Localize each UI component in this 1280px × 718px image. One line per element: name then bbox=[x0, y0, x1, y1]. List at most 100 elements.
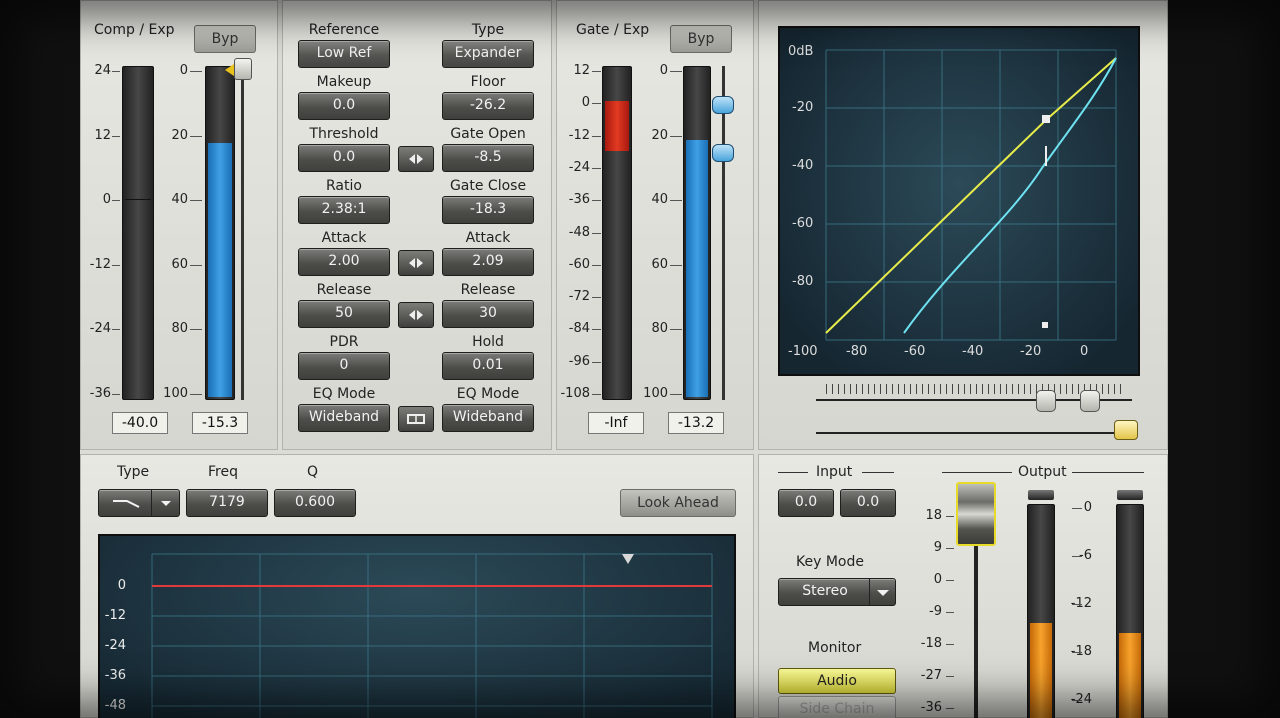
output-left-meter bbox=[1027, 504, 1055, 718]
scale-tick-mark bbox=[1072, 508, 1082, 509]
scale-tick-mark bbox=[190, 135, 202, 137]
scale-tick-label: -48 bbox=[568, 224, 590, 240]
comp-gr-level bbox=[208, 142, 232, 397]
high-shelf-icon bbox=[113, 500, 140, 508]
param-right-6-field[interactable]: 0.01 bbox=[442, 352, 534, 380]
scale-tick-label: 80 bbox=[651, 321, 668, 337]
comp-gr-readout: -15.3 bbox=[192, 412, 248, 434]
scale-tick-label: -24 bbox=[104, 638, 126, 653]
scale-tick-mark bbox=[592, 297, 601, 299]
eqmode-link-button[interactable] bbox=[398, 406, 434, 432]
gate-close-handle[interactable] bbox=[712, 144, 734, 162]
param-right-1-label: Floor bbox=[470, 74, 506, 90]
scale-tick-label: -27 bbox=[920, 668, 942, 683]
floor-node[interactable] bbox=[1042, 322, 1048, 328]
gate-bypass-button[interactable]: Byp bbox=[670, 25, 732, 53]
graph-y-label: -60 bbox=[792, 216, 814, 231]
scale-tick-mark bbox=[592, 103, 601, 105]
graph-range-handle[interactable] bbox=[1114, 420, 1138, 440]
gate-gr-meter bbox=[683, 66, 711, 400]
graph-0db-label: 0dB bbox=[788, 44, 814, 59]
param-right-1-field[interactable]: -26.2 bbox=[442, 92, 534, 120]
scale-tick-mark bbox=[946, 580, 954, 581]
param-left-5-field[interactable]: 50 bbox=[298, 300, 390, 328]
scale-tick-mark bbox=[670, 329, 682, 331]
input-label: Input bbox=[816, 464, 853, 480]
param-left-2-field[interactable]: 0.0 bbox=[298, 144, 390, 172]
eq-type-dropdown[interactable] bbox=[98, 489, 180, 517]
param-left-1-field[interactable]: 0.0 bbox=[298, 92, 390, 120]
scale-tick-label: -18 bbox=[920, 636, 942, 651]
param-right-4-label: Attack bbox=[465, 230, 511, 246]
param-left-7-field[interactable]: Wideband bbox=[298, 404, 390, 432]
scale-tick-mark bbox=[592, 394, 601, 395]
graph-slider-handle-left[interactable] bbox=[1036, 390, 1056, 412]
input-left-field[interactable]: 0.0 bbox=[778, 489, 834, 517]
keymode-dropdown[interactable]: Stereo bbox=[778, 578, 896, 606]
graph-x-label: -20 bbox=[1020, 344, 1042, 359]
scale-tick-label: 80 bbox=[171, 321, 188, 337]
scale-tick-mark bbox=[112, 329, 120, 331]
graph-slider-handle-right[interactable] bbox=[1080, 390, 1100, 412]
input-right-field[interactable]: 0.0 bbox=[840, 489, 896, 517]
scale-tick-label: -9 bbox=[929, 604, 942, 619]
output-fader-handle[interactable] bbox=[956, 482, 996, 546]
comp-gr-meter bbox=[205, 66, 235, 400]
scale-tick-label: 12 bbox=[94, 127, 111, 143]
param-left-3-label: Ratio bbox=[326, 178, 362, 194]
link-arrows-icon bbox=[409, 258, 423, 268]
scale-tick-mark bbox=[112, 135, 120, 137]
param-right-4-field[interactable]: 2.09 bbox=[442, 248, 534, 276]
param-right-3-field[interactable]: -18.3 bbox=[442, 196, 534, 224]
graph-y-label: -80 bbox=[792, 274, 814, 289]
param-right-2-field[interactable]: -8.5 bbox=[442, 144, 534, 172]
graph-x-label: 0 bbox=[1080, 344, 1089, 359]
param-right-5-field[interactable]: 30 bbox=[442, 300, 534, 328]
param-left-4-field[interactable]: 2.00 bbox=[298, 248, 390, 276]
param-right-7-field[interactable]: Wideband bbox=[442, 404, 534, 432]
release-link-button[interactable] bbox=[398, 302, 434, 328]
threshold-link-button[interactable] bbox=[398, 146, 434, 172]
chevron-down-icon bbox=[877, 590, 889, 596]
param-left-1-label: Makeup bbox=[316, 74, 372, 90]
eq-q-field[interactable]: 0.600 bbox=[274, 489, 356, 517]
look-ahead-button[interactable]: Look Ahead bbox=[620, 489, 736, 517]
monitor-sidechain-button[interactable]: Side Chain bbox=[778, 696, 896, 718]
comp-threshold-handle[interactable] bbox=[234, 58, 252, 80]
scale-tick-mark bbox=[190, 394, 202, 395]
scale-tick-mark bbox=[112, 394, 120, 395]
gate-gr-level bbox=[686, 139, 708, 397]
scale-tick-label: 18 bbox=[925, 508, 942, 523]
param-left-0-field[interactable]: Low Ref bbox=[298, 40, 390, 68]
scale-tick-mark bbox=[592, 361, 601, 363]
graph-x-label: -60 bbox=[904, 344, 926, 359]
comp-input-meter bbox=[122, 66, 154, 400]
param-left-3-field[interactable]: 2.38:1 bbox=[298, 196, 390, 224]
scale-tick-label: -36 bbox=[920, 700, 942, 715]
attack-link-button[interactable] bbox=[398, 250, 434, 276]
scale-tick-label: 0 bbox=[581, 95, 590, 111]
scale-tick-label: -48 bbox=[104, 698, 126, 713]
param-right-5-label: Release bbox=[460, 282, 516, 298]
scale-tick-label: 0 bbox=[933, 572, 942, 587]
curve-node[interactable] bbox=[1042, 115, 1050, 123]
scale-tick-mark bbox=[592, 167, 601, 169]
scale-tick-label: 40 bbox=[171, 192, 188, 208]
monitor-audio-button[interactable]: Audio bbox=[778, 668, 896, 694]
eq-freq-marker[interactable] bbox=[622, 554, 634, 564]
scale-tick-mark bbox=[592, 232, 601, 234]
scale-tick-mark bbox=[112, 264, 120, 266]
eq-freq-field[interactable]: 7179 bbox=[186, 489, 268, 517]
gate-open-handle[interactable] bbox=[712, 96, 734, 114]
scale-tick-mark bbox=[946, 644, 954, 645]
scale-tick-mark bbox=[592, 264, 601, 266]
scale-tick-mark bbox=[946, 612, 954, 613]
param-right-0-field[interactable]: Expander bbox=[442, 40, 534, 68]
scale-tick-label: -36 bbox=[568, 192, 590, 208]
output-right-peak bbox=[1117, 490, 1143, 500]
comp-bypass-button[interactable]: Byp bbox=[194, 25, 256, 53]
param-right-3-label: Gate Close bbox=[449, 178, 527, 194]
scale-tick-label: 20 bbox=[651, 127, 668, 143]
param-left-6-field[interactable]: 0 bbox=[298, 352, 390, 380]
graph-x-label: -40 bbox=[962, 344, 984, 359]
